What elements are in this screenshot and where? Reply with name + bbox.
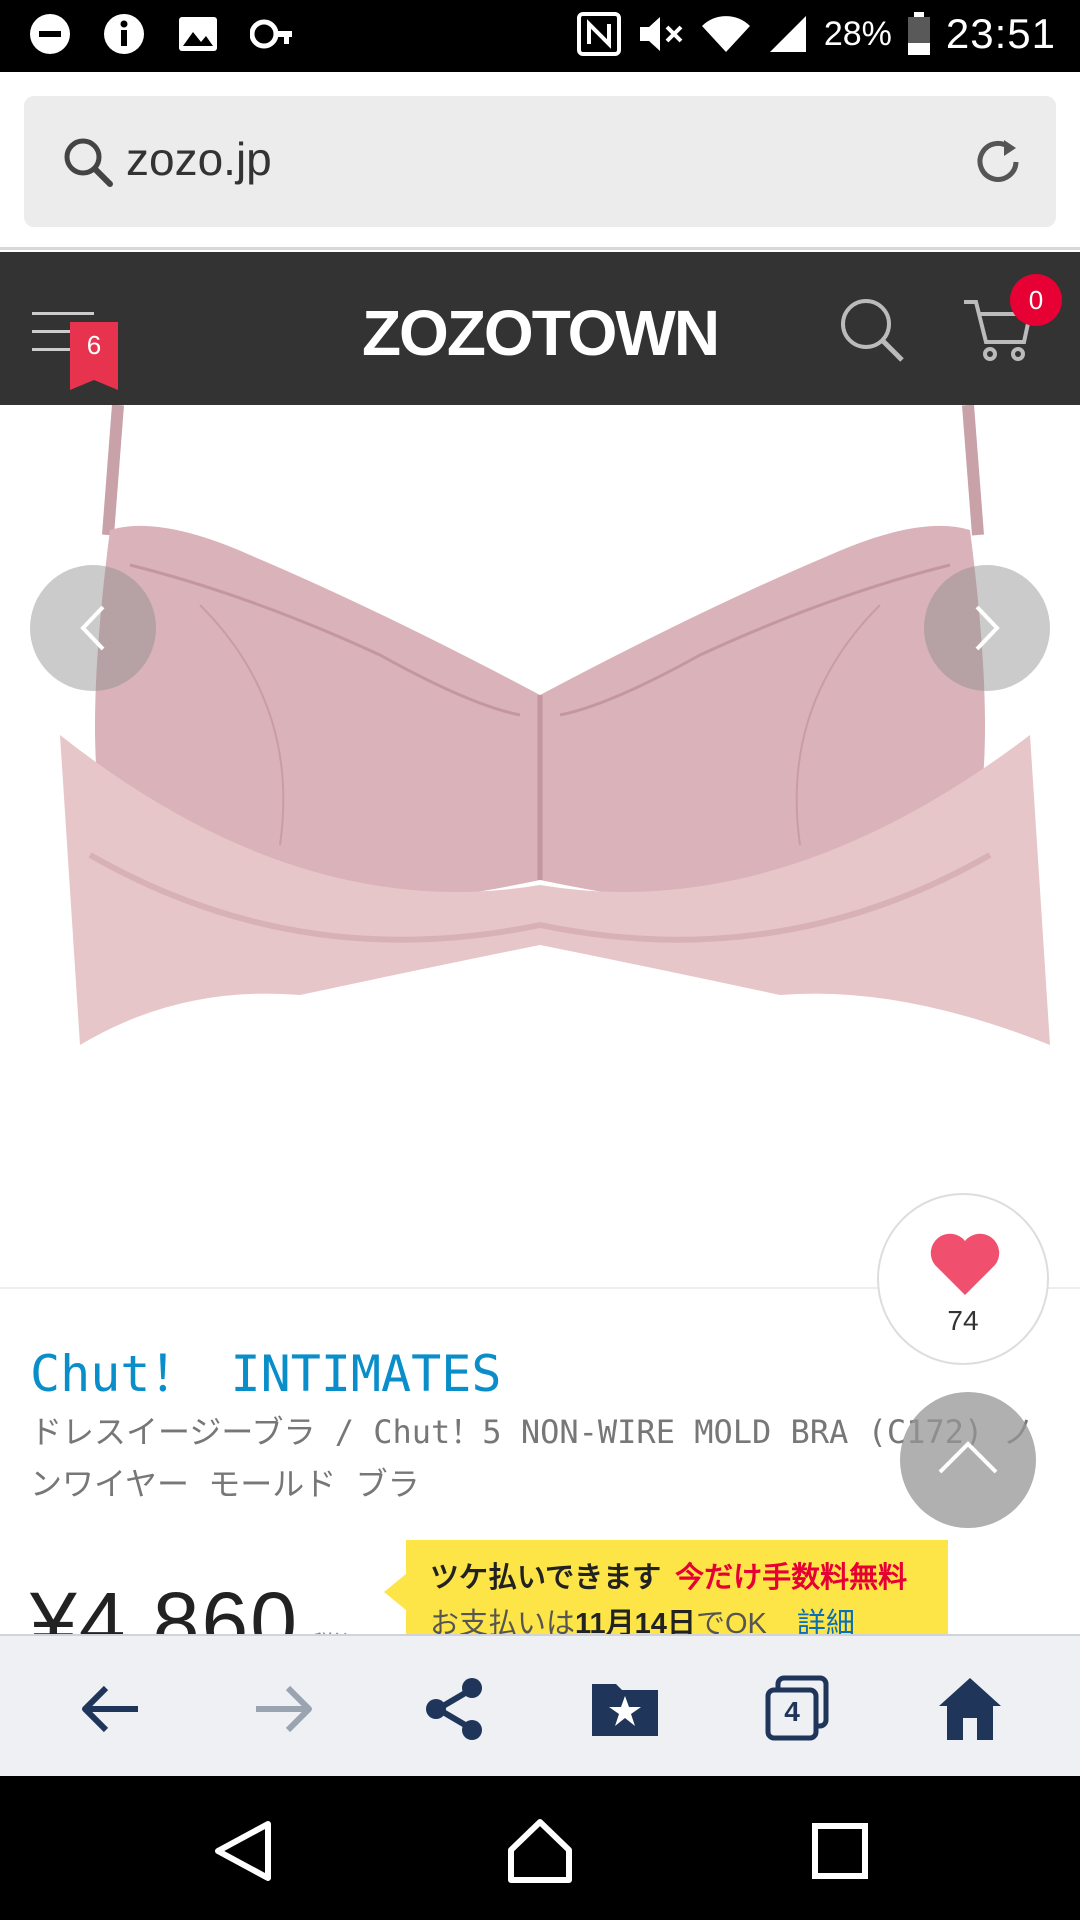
favorite-count: 74 xyxy=(947,1305,979,1336)
reload-icon[interactable] xyxy=(970,134,1026,190)
status-bar: 28% 23:51 xyxy=(0,0,1080,72)
back-arrow-icon[interactable] xyxy=(76,1674,146,1744)
chevron-right-icon xyxy=(975,605,1000,651)
browser-address-area: zozo.jp xyxy=(0,72,1080,250)
search-icon[interactable] xyxy=(836,294,906,364)
clock: 23:51 xyxy=(945,10,1056,57)
product-photo xyxy=(60,405,1050,1045)
mute-icon xyxy=(639,17,683,51)
details-link[interactable]: 詳細 xyxy=(797,1608,855,1634)
bookmarks-icon[interactable] xyxy=(590,1674,660,1744)
nfc-icon xyxy=(576,12,621,56)
url-bar[interactable]: zozo.jp xyxy=(24,96,1056,227)
chevron-left-icon xyxy=(80,605,105,651)
payment-due-text: お支払いは11月14日でOK 詳細 xyxy=(430,1600,855,1634)
product-image[interactable] xyxy=(0,405,1080,1289)
tabs-count: 4 xyxy=(784,1696,800,1727)
tax-label: 税込 xyxy=(312,1626,356,1634)
system-back-icon[interactable] xyxy=(208,1816,278,1886)
price-area: ¥4,860 税込 ツケ払いできます今だけ手数料無料 お支払いは11月14日でO… xyxy=(0,1536,1080,1634)
forward-arrow-icon[interactable] xyxy=(248,1674,318,1744)
info-icon xyxy=(104,14,144,54)
payment-banner-title: ツケ払いできます 今だけ手数料無料 xyxy=(430,1562,908,1594)
system-recents-icon[interactable] xyxy=(805,1816,875,1886)
cart-count-badge: 0 xyxy=(1010,274,1062,326)
battery-icon xyxy=(907,12,930,55)
scroll-to-top-button[interactable] xyxy=(900,1392,1036,1528)
favorite-button[interactable]: 74 xyxy=(877,1193,1049,1365)
chevron-up-icon xyxy=(938,1441,998,1474)
site-header: 6 ZOZOTOWN 0 xyxy=(0,252,1080,405)
heart-icon xyxy=(930,1233,1000,1295)
tabs-button[interactable]: 4 xyxy=(762,1674,832,1744)
share-icon[interactable] xyxy=(420,1674,490,1744)
prev-image-button[interactable] xyxy=(30,565,156,691)
search-icon xyxy=(64,138,113,187)
wifi-icon xyxy=(701,16,750,52)
key-icon xyxy=(250,19,292,49)
deferred-payment-banner[interactable]: ツケ払いできます 今だけ手数料無料 お支払いは11月14日でOK 詳細 xyxy=(384,1540,948,1634)
minus-circle-icon xyxy=(30,14,70,54)
fee-free-highlight: 今だけ手数料無料 xyxy=(675,1562,908,1594)
product-title: ドレスイージーブラ / Chut！5 NON-WIRE MOLD BRA (C1… xyxy=(30,1413,1035,1503)
system-home-icon[interactable] xyxy=(505,1816,575,1886)
brand-name[interactable]: Chut！ INTIMATES xyxy=(30,1334,501,1406)
battery-percent: 28% xyxy=(823,14,892,53)
image-icon xyxy=(179,17,217,51)
next-image-button[interactable] xyxy=(924,565,1050,691)
browser-toolbar: 4 xyxy=(0,1634,1080,1776)
home-icon[interactable] xyxy=(935,1674,1005,1744)
price: ¥4,860 xyxy=(30,1575,299,1634)
system-nav-bar xyxy=(0,1776,1080,1920)
url-text[interactable]: zozo.jp xyxy=(126,132,272,186)
signal-icon xyxy=(769,16,806,52)
site-logo[interactable]: ZOZOTOWN xyxy=(0,296,1080,370)
